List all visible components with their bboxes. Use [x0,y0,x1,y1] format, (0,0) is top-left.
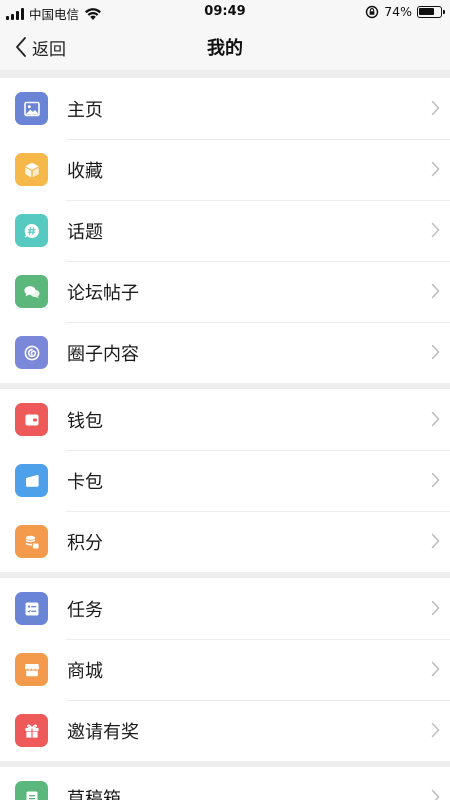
chevron-right-icon [431,533,440,549]
orientation-lock-icon [366,5,379,18]
menu-group-drafts: 草稿箱 [0,767,450,800]
menu-item-favorites[interactable]: 收藏 [0,139,450,200]
store-icon [15,653,48,686]
menu-item-drafts[interactable]: 草稿箱 [0,767,450,800]
menu-item-label: 主页 [67,99,103,121]
menu-item-invite-rewards[interactable]: 邀请有奖 [0,700,450,761]
menu-content: 主页 收藏 话题 论坛帖子 圈子内容 钱包 卡包 积分 任务 商城 邀请有奖 草… [0,70,450,800]
menu-item-label: 收藏 [67,160,103,182]
topic-hash-icon [15,214,48,247]
menu-item-mall[interactable]: 商城 [0,639,450,700]
menu-item-label: 论坛帖子 [67,282,139,304]
screen: 中国电信 09:49 74% 返回 我的 主页 收藏 话题 论坛帖子 圈子内容 … [0,0,450,800]
task-list-icon [15,592,48,625]
menu-item-wallet[interactable]: 钱包 [0,389,450,450]
draft-icon [15,781,48,800]
coins-icon [15,525,48,558]
menu-item-label: 钱包 [67,410,103,432]
gift-icon [15,714,48,747]
battery-icon [417,5,445,18]
wallet-icon [15,403,48,436]
menu-item-homepage[interactable]: 主页 [0,78,450,139]
menu-item-label: 卡包 [67,471,103,493]
chevron-right-icon [431,222,440,238]
page-title: 我的 [207,38,243,59]
menu-item-card-holder[interactable]: 卡包 [0,450,450,511]
chevron-right-icon [431,472,440,488]
menu-item-label: 邀请有奖 [67,721,139,743]
menu-item-label: 话题 [67,221,103,243]
chevron-right-icon [431,411,440,427]
menu-group-content: 主页 收藏 话题 论坛帖子 圈子内容 [0,78,450,383]
menu-item-tasks[interactable]: 任务 [0,578,450,639]
menu-group-tasks: 任务 商城 邀请有奖 [0,578,450,761]
battery-fill [419,7,434,15]
chevron-right-icon [431,344,440,360]
menu-item-label: 草稿箱 [67,788,121,800]
menu-item-label: 圈子内容 [67,343,139,365]
card-icon [15,464,48,497]
nav-bar: 返回 我的 [0,24,450,70]
menu-item-label: 任务 [67,599,103,621]
menu-item-points[interactable]: 积分 [0,511,450,572]
menu-item-label: 商城 [67,660,103,682]
status-right: 74% [365,4,445,19]
menu-item-circle-content[interactable]: 圈子内容 [0,322,450,383]
chevron-right-icon [431,722,440,738]
battery-percent: 74% [384,4,412,19]
chevron-right-icon [431,161,440,177]
image-icon [15,92,48,125]
box-icon [15,153,48,186]
menu-group-wallet: 钱包 卡包 积分 [0,389,450,572]
chevron-right-icon [431,661,440,677]
chat-bubbles-icon [15,275,48,308]
chevron-right-icon [431,100,440,116]
chevron-right-icon [431,283,440,299]
menu-item-topics[interactable]: 话题 [0,200,450,261]
chevron-right-icon [431,600,440,616]
chevron-right-icon [431,789,440,800]
status-bar: 中国电信 09:49 74% [0,0,450,24]
menu-item-forum-posts[interactable]: 论坛帖子 [0,261,450,322]
circle-swirl-icon [15,336,48,369]
menu-item-label: 积分 [67,532,103,554]
